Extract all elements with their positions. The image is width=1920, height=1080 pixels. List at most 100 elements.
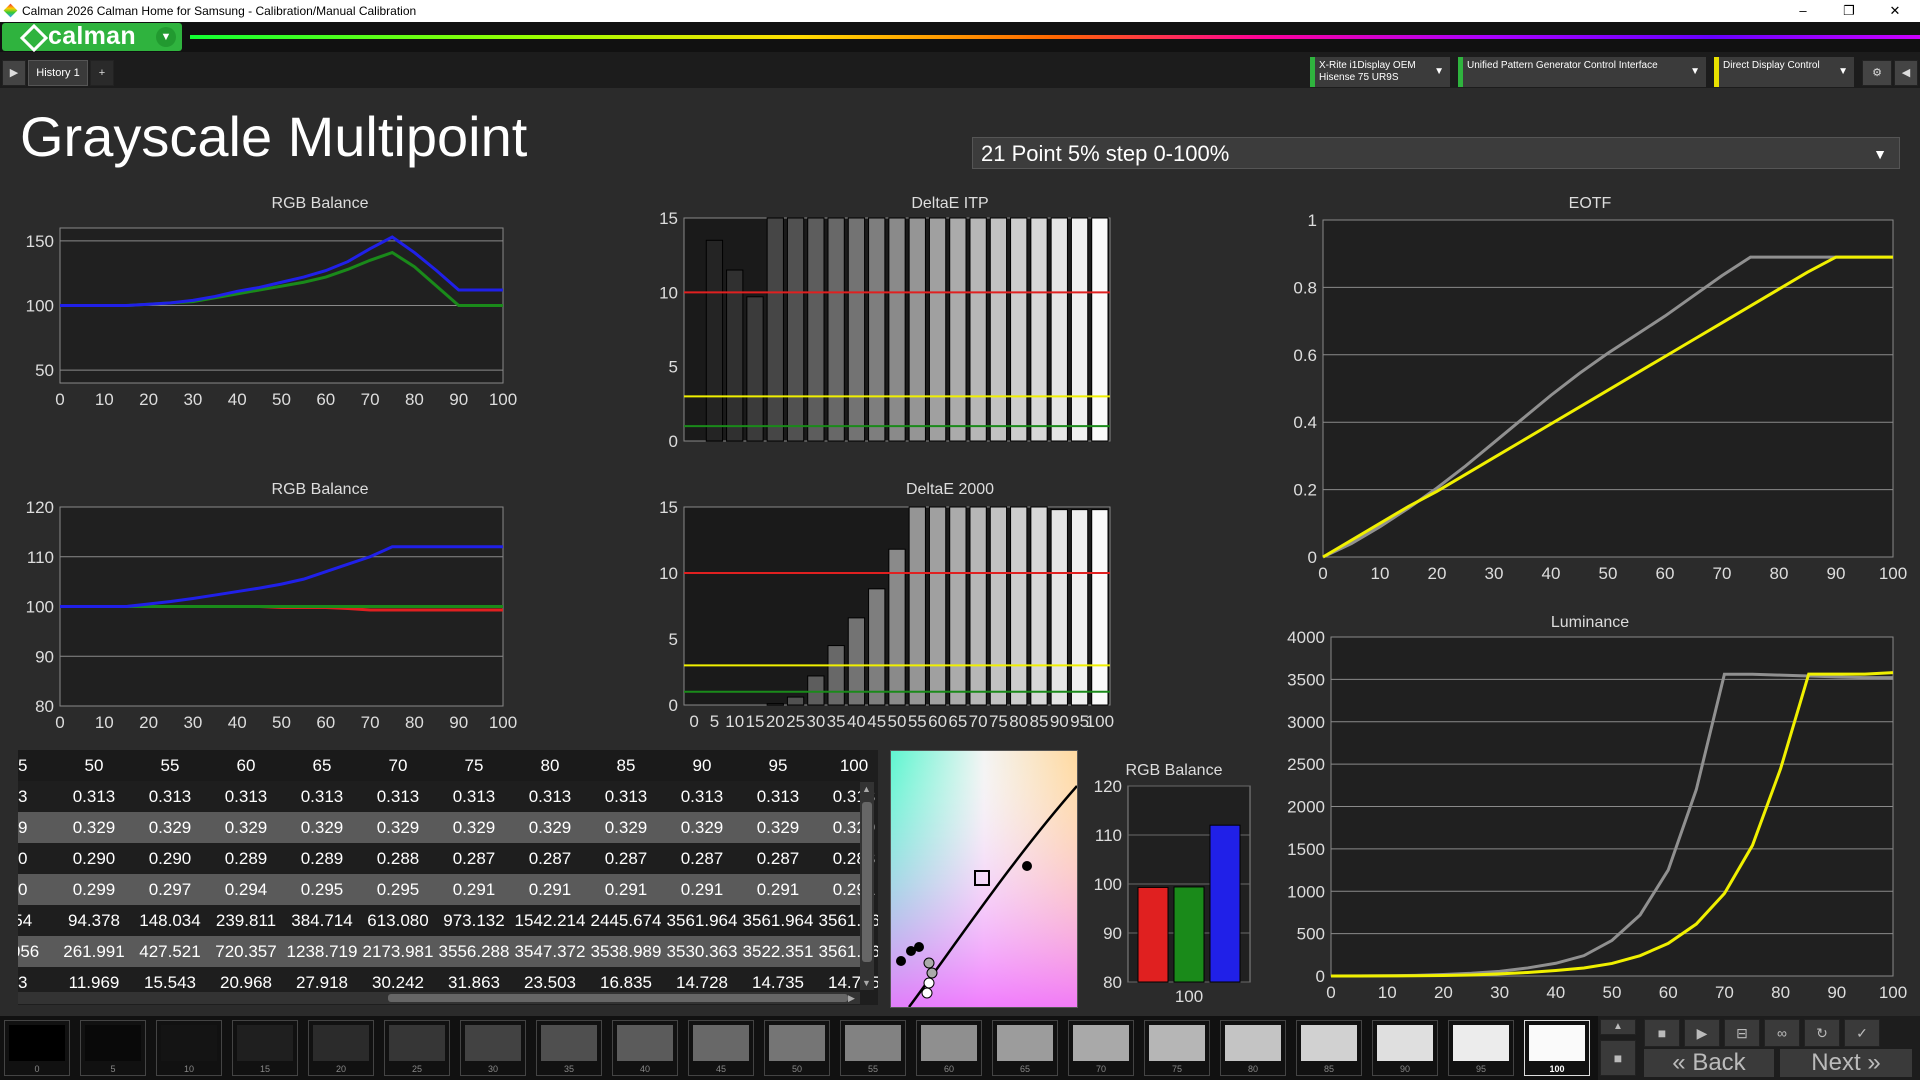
swatch-color [845, 1025, 901, 1061]
y-tick-label: 0.4 [1293, 413, 1317, 432]
swatch-color [1301, 1025, 1357, 1061]
scroll-up-icon[interactable]: ▲ [862, 784, 872, 794]
table-cell: 3561.964 [666, 911, 738, 930]
bar [1091, 217, 1109, 442]
step-up-icon[interactable]: ▲ [1600, 1019, 1636, 1035]
calman-logo-button[interactable]: calman ▼ [2, 22, 182, 53]
y-tick-label: 15 [659, 498, 678, 517]
pattern-swatch[interactable]: 20 [308, 1020, 374, 1076]
x-tick-label: 75 [989, 712, 1008, 731]
add-tab-button[interactable]: + [90, 60, 114, 86]
check-icon[interactable]: ✓ [1844, 1019, 1880, 1047]
table-horizontal-scrollbar[interactable]: ▶ [18, 992, 860, 1004]
y-tick-label: 90 [35, 647, 54, 666]
back-button[interactable]: « Back [1644, 1049, 1774, 1077]
y-tick-label: 0.8 [1293, 278, 1317, 297]
pattern-swatch[interactable]: 90 [1372, 1020, 1438, 1076]
collapse-arrow-icon[interactable]: ◀ [1894, 60, 1918, 86]
chevron-down-icon[interactable]: ▼ [156, 27, 176, 47]
scrollbar-thumb[interactable] [388, 994, 848, 1002]
pattern-swatch[interactable]: 15 [232, 1020, 298, 1076]
table-cell: 0.289 [224, 849, 268, 868]
pattern-swatch[interactable]: 100 [1524, 1020, 1590, 1076]
luminance-plot: 050010001500200025003000350040000 10 20 30 4… [1287, 628, 1907, 1002]
table-cell: 0.294 [224, 880, 268, 899]
x-tick-label: 30 [183, 713, 202, 732]
chart-title: Luminance [1550, 614, 1630, 631]
table-cell: 7.056 [18, 942, 40, 961]
pattern-swatch[interactable]: 5 [80, 1020, 146, 1076]
y-tick-label: 0 [1316, 967, 1325, 986]
pattern-swatch[interactable]: 45 [688, 1020, 754, 1076]
rgb-balance-chart-2: RGB Balance 80 90 100 110 120 0 10 20 30 40 50 60 70… [10, 481, 630, 736]
x-tick-label: 0 [55, 390, 64, 409]
table-cell: 3561.964 [742, 911, 814, 930]
x-tick-label: 20 [1428, 564, 1447, 583]
table-cell: 2445.674 [590, 911, 662, 930]
rgb-balance-plot: 50 100 150 0 10 20 30 40 50 60 70 80 90 100 [26, 227, 517, 409]
pattern-swatch[interactable]: 35 [536, 1020, 602, 1076]
scroll-down-icon[interactable]: ▼ [862, 978, 872, 988]
stop-measure-icon[interactable]: ■ [1600, 1040, 1636, 1076]
table-cell: 3530.363 [666, 942, 738, 961]
pattern-swatch[interactable]: 40 [612, 1020, 678, 1076]
x-tick-label: 30 [1490, 983, 1509, 1002]
x-tick-label: 45 [867, 712, 886, 731]
pattern-swatch[interactable]: 50 [764, 1020, 830, 1076]
app-icon [3, 3, 18, 18]
x-tick-label: 80 [1771, 983, 1790, 1002]
pattern-set-dropdown[interactable]: 21 Point 5% step 0-100% ▼ [972, 137, 1900, 169]
next-button[interactable]: Next » [1780, 1049, 1912, 1077]
y-tick-label: 0 [669, 432, 678, 450]
table-vertical-scrollbar[interactable]: ▲ ▼ [860, 782, 874, 990]
table-cell: 75 [464, 756, 484, 775]
pattern-swatch[interactable]: 60 [916, 1020, 982, 1076]
table-cell: 3538.989 [590, 942, 662, 961]
table-cell: 0.313 [224, 787, 268, 806]
minimize-button[interactable]: – [1780, 0, 1826, 22]
tab-history-1[interactable]: History 1 [28, 60, 88, 86]
y-tick-label: 110 [1095, 826, 1122, 845]
swatch-color [617, 1025, 673, 1061]
pattern-swatch[interactable]: 55 [840, 1020, 906, 1076]
swatch-color [1225, 1025, 1281, 1061]
pattern-swatch[interactable]: 10 [156, 1020, 222, 1076]
x-tick-label: 30 [806, 712, 825, 731]
x-tick-label: 10 [95, 713, 114, 732]
play-icon[interactable]: ▶ [1684, 1019, 1720, 1047]
measurement-controls: ▲ ■ ■ ▶ ⊟ ∞ ↻ ✓ « Back Next » [1598, 1016, 1920, 1080]
pattern-swatch[interactable]: 85 [1296, 1020, 1362, 1076]
pattern-generator-selector[interactable]: Unified Pattern Generator Control Interf… [1458, 57, 1706, 87]
settings-gear-icon[interactable]: ⚙ [1862, 60, 1892, 86]
close-button[interactable]: ✕ [1872, 0, 1918, 22]
table-cell: 0.329 [224, 818, 268, 837]
pattern-swatch[interactable]: 65 [992, 1020, 1058, 1076]
x-tick-label: 75 [989, 448, 1008, 450]
swatch-label: 45 [715, 1064, 726, 1074]
x-tick-label: 10 [1371, 564, 1390, 583]
loop-icon[interactable]: ∞ [1764, 1019, 1800, 1047]
meter-device-selector[interactable]: X-Rite i1Display OEM Hisense 75 UR9S ▼ [1310, 57, 1450, 87]
table-cell: 0.287 [680, 849, 724, 868]
scrollbar-thumb[interactable] [862, 802, 872, 962]
pattern-swatch[interactable]: 80 [1220, 1020, 1286, 1076]
pattern-swatch[interactable]: 30 [460, 1020, 526, 1076]
pattern-swatch[interactable]: 75 [1144, 1020, 1210, 1076]
x-tick-label: 80 [1770, 564, 1789, 583]
pattern-swatch[interactable]: 0 [4, 1020, 70, 1076]
pattern-swatch-strip: 0 5 10 15 20 25 30 35 40 45 50 55 60 65 70 75 80 85 90 95 10… [0, 1016, 1598, 1080]
scroll-right-icon[interactable]: ▶ [848, 992, 858, 1004]
pattern-swatch[interactable]: 70 [1068, 1020, 1134, 1076]
x-tick-label: 0 [55, 713, 64, 732]
y-tick-label: 2000 [1287, 798, 1325, 817]
save-icon[interactable]: ⊟ [1724, 1019, 1760, 1047]
stop-icon[interactable]: ■ [1644, 1019, 1680, 1047]
play-arrow-icon[interactable]: ▶ [2, 60, 26, 86]
maximize-button[interactable]: ❐ [1826, 0, 1872, 22]
refresh-icon[interactable]: ↻ [1804, 1019, 1840, 1047]
x-tick-label: 0 [689, 448, 698, 450]
display-control-selector[interactable]: Direct Display Control ▼ [1714, 57, 1854, 87]
table-cell: 0.287 [452, 849, 496, 868]
pattern-swatch[interactable]: 25 [384, 1020, 450, 1076]
pattern-swatch[interactable]: 95 [1448, 1020, 1514, 1076]
